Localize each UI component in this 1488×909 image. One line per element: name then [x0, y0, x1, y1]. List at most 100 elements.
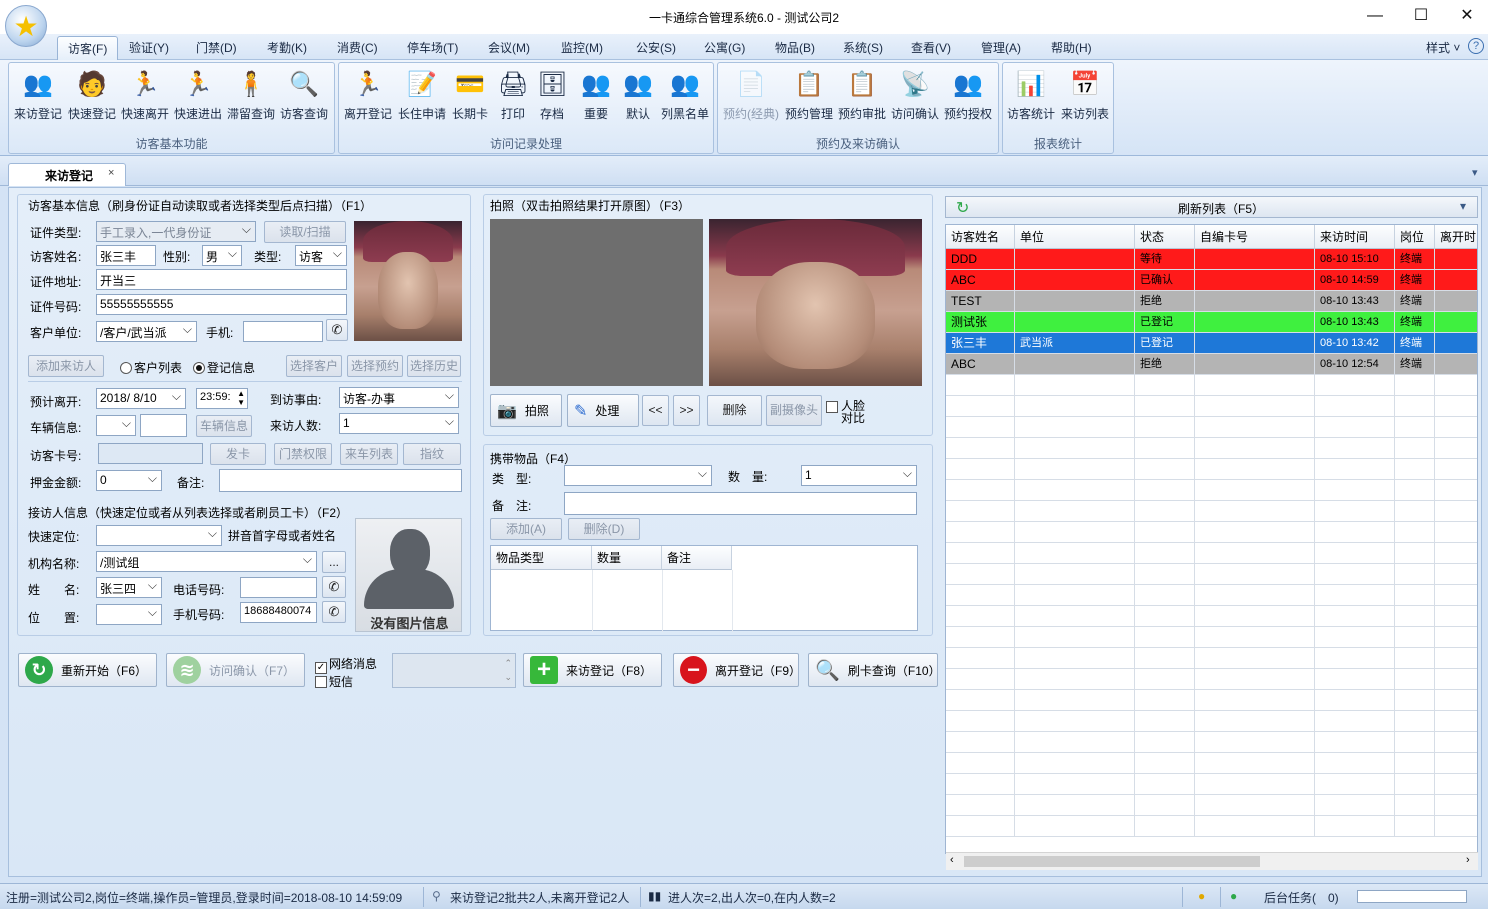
table-row[interactable] — [946, 816, 1477, 837]
select-reservation-button[interactable]: 选择预约 — [347, 355, 403, 377]
table-row[interactable]: 测试张 已登记 08-10 13:43 终端 — [946, 312, 1477, 333]
ribbon-button-0-3[interactable]: 🏃 快速进出 — [173, 69, 223, 122]
app-menu-star-icon[interactable]: ★ — [5, 5, 47, 47]
ribbon-button-0-2[interactable]: 🏃 快速离开 — [120, 69, 170, 122]
table-row[interactable] — [946, 522, 1477, 543]
capture-button[interactable]: 📷 拍照 — [490, 394, 562, 427]
id-type-select[interactable]: 手工录入,一代身份证 — [96, 221, 256, 242]
menu-item-0[interactable]: 访客(F) — [57, 36, 119, 61]
visitors-count-select[interactable]: 1 — [339, 413, 459, 434]
leave-register-button[interactable]: − 离开登记（F9） — [673, 653, 801, 687]
host-mobile-input[interactable]: 18688480074 — [240, 602, 317, 623]
quick-locate-select[interactable] — [96, 525, 222, 546]
host-name-select[interactable]: 张三四 — [96, 577, 162, 598]
table-row[interactable] — [946, 543, 1477, 564]
mobile-input[interactable] — [243, 321, 323, 342]
menu-item-1[interactable]: 验证(Y) — [129, 39, 169, 56]
menu-item-9[interactable]: 公寓(G) — [704, 39, 745, 56]
org-select[interactable]: /测试组 — [96, 551, 317, 572]
add-visitor-button[interactable]: 添加来访人 — [28, 355, 104, 377]
next-photo-button[interactable]: >> — [673, 395, 700, 426]
message-box[interactable]: ⌃ ⌄ — [392, 653, 516, 688]
ribbon-button-1-4[interactable]: 🗄 存档 — [537, 69, 567, 122]
table-row[interactable] — [946, 375, 1477, 396]
host-position-select[interactable] — [96, 604, 162, 625]
menu-item-8[interactable]: 公安(S) — [636, 39, 676, 56]
ribbon-button-3-1[interactable]: 📅 来访列表 — [1059, 69, 1111, 122]
minimize-button[interactable]: — — [1352, 0, 1398, 32]
ribbon-button-0-4[interactable]: 🧍 滞留查询 — [226, 69, 276, 122]
items-col-type[interactable]: 物品类型 — [491, 546, 592, 570]
scroll-thumb[interactable] — [964, 856, 1260, 867]
ribbon-button-3-0[interactable]: 📊 访客统计 — [1006, 69, 1056, 122]
menu-item-7[interactable]: 监控(M) — [561, 39, 603, 56]
ribbon-button-1-1[interactable]: 📝 长住申请 — [396, 69, 448, 122]
ribbon-button-2-4[interactable]: 👥 预约授权 — [942, 69, 994, 122]
radio-register-info[interactable]: 登记信息 — [193, 359, 255, 376]
ribbon-button-0-0[interactable]: 👥 来访登记 — [13, 69, 63, 122]
tab-close-icon[interactable]: × — [108, 167, 114, 179]
visitor-type-select[interactable]: 访客 — [295, 245, 347, 266]
table-row[interactable] — [946, 606, 1477, 627]
list-col-2[interactable]: 状态 — [1135, 225, 1195, 249]
table-row[interactable] — [946, 417, 1477, 438]
menu-item-11[interactable]: 系统(S) — [843, 39, 883, 56]
table-row[interactable] — [946, 585, 1477, 606]
list-options-icon[interactable]: ▾ — [1460, 199, 1466, 213]
card-number-input[interactable] — [98, 443, 203, 464]
vehicle-select[interactable] — [96, 415, 136, 436]
style-menu[interactable]: 样式 ˅ — [1426, 39, 1460, 56]
host-mobile-icon[interactable]: ✆ — [322, 601, 346, 623]
table-row[interactable]: ABC 已确认 08-10 14:59 终端 — [946, 270, 1477, 291]
leave-time-spinner[interactable]: 23:59: ▲ ▼ — [196, 388, 248, 409]
menu-item-14[interactable]: 帮助(H) — [1051, 39, 1092, 56]
select-history-button[interactable]: 选择历史 — [407, 355, 461, 377]
items-col-remark[interactable]: 备注 — [662, 546, 732, 570]
net-message-checkbox[interactable]: ✓ 网络消息 — [315, 655, 377, 674]
ribbon-button-0-1[interactable]: 🧑 快速登记 — [67, 69, 117, 122]
sub-camera-button[interactable]: 副摄像头 — [766, 395, 822, 426]
table-row[interactable] — [946, 795, 1477, 816]
host-phone-input[interactable] — [240, 577, 317, 598]
item-delete-button[interactable]: 删除(D) — [568, 518, 640, 540]
table-row[interactable] — [946, 501, 1477, 522]
fingerprint-button[interactable]: 指纹 — [403, 443, 461, 465]
menu-item-2[interactable]: 门禁(D) — [196, 39, 237, 56]
list-col-1[interactable]: 单位 — [1015, 225, 1135, 249]
ribbon-button-1-7[interactable]: 👥 列黑名单 — [659, 69, 711, 122]
ribbon-button-2-2[interactable]: 📋 预约审批 — [836, 69, 888, 122]
ribbon-button-1-3[interactable]: 🖨 打印 — [498, 69, 528, 122]
org-browse-button[interactable]: ... — [322, 551, 346, 573]
vehicle-list-button[interactable]: 来车列表 — [340, 443, 398, 465]
table-row[interactable] — [946, 711, 1477, 732]
scroll-left-icon[interactable]: ‹ — [950, 854, 954, 866]
gender-select[interactable]: 男 — [202, 245, 242, 266]
remark-input[interactable] — [219, 469, 462, 492]
table-row[interactable] — [946, 564, 1477, 585]
ribbon-button-1-0[interactable]: 🏃 离开登记 — [342, 69, 394, 122]
table-row[interactable]: DDD 等待 08-10 15:10 终端 — [946, 249, 1477, 270]
list-col-4[interactable]: 来访时间 — [1315, 225, 1395, 249]
register-button[interactable]: + 来访登记（F8） — [523, 653, 662, 687]
item-qty-select[interactable]: 1 — [801, 465, 917, 486]
tab-overflow-icon[interactable]: ▾ — [1472, 166, 1478, 179]
company-select[interactable]: /客户/武当派 — [96, 321, 197, 342]
menu-item-6[interactable]: 会议(M) — [488, 39, 530, 56]
ribbon-button-2-1[interactable]: 📋 预约管理 — [783, 69, 835, 122]
sms-checkbox[interactable]: 短信 — [315, 673, 353, 690]
card-query-button[interactable]: 🔍 刷卡查询（F10） — [808, 653, 941, 687]
visit-reason-select[interactable]: 访客-办事 — [339, 387, 459, 408]
menu-item-3[interactable]: 考勤(K) — [267, 39, 307, 56]
radio-customer-list[interactable]: 客户列表 — [120, 359, 182, 376]
visit-confirm-button[interactable]: ≋ 访问确认（F7） — [166, 653, 305, 687]
scroll-right-icon[interactable]: › — [1466, 854, 1470, 866]
prev-photo-button[interactable]: << — [642, 395, 669, 426]
table-row[interactable] — [946, 480, 1477, 501]
menu-item-4[interactable]: 消费(C) — [337, 39, 378, 56]
id-number-input[interactable]: 55555555555 — [96, 294, 347, 315]
read-scan-button[interactable]: 读取/扫描 — [264, 221, 346, 243]
table-row[interactable] — [946, 669, 1477, 690]
camera-preview[interactable] — [490, 219, 703, 386]
host-phone-icon[interactable]: ✆ — [322, 576, 346, 598]
address-input[interactable]: 开当三 — [96, 269, 347, 290]
